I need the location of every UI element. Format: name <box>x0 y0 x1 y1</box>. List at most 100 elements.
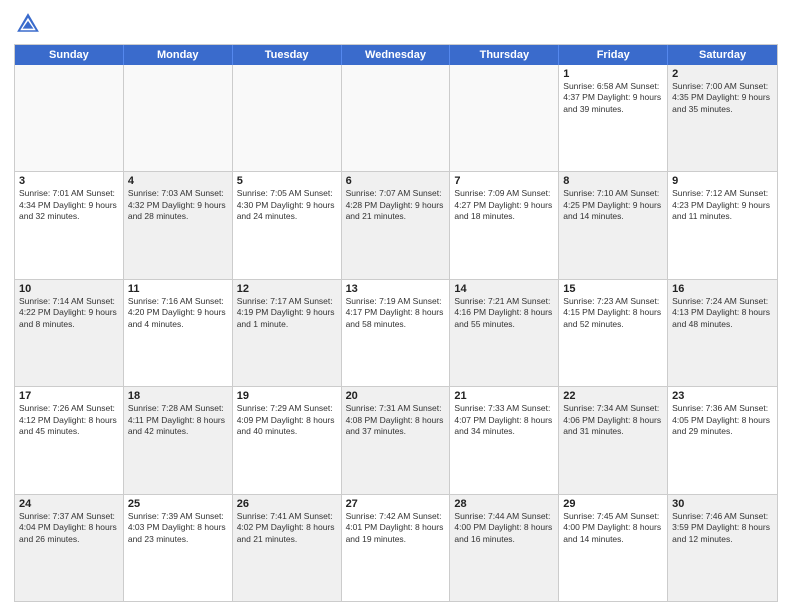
week-row-3: 17Sunrise: 7:26 AM Sunset: 4:12 PM Dayli… <box>15 387 777 494</box>
empty-cell <box>233 65 342 171</box>
day-number: 17 <box>19 390 119 402</box>
day-info: Sunrise: 7:17 AM Sunset: 4:19 PM Dayligh… <box>237 296 337 330</box>
day-number: 27 <box>346 498 446 510</box>
day-number: 13 <box>346 283 446 295</box>
day-info: Sunrise: 7:26 AM Sunset: 4:12 PM Dayligh… <box>19 403 119 437</box>
header-day-sunday: Sunday <box>15 45 124 65</box>
day-info: Sunrise: 7:31 AM Sunset: 4:08 PM Dayligh… <box>346 403 446 437</box>
day-cell-11: 11Sunrise: 7:16 AM Sunset: 4:20 PM Dayli… <box>124 280 233 386</box>
day-info: Sunrise: 7:07 AM Sunset: 4:28 PM Dayligh… <box>346 188 446 222</box>
day-cell-6: 6Sunrise: 7:07 AM Sunset: 4:28 PM Daylig… <box>342 172 451 278</box>
page: SundayMondayTuesdayWednesdayThursdayFrid… <box>0 0 792 612</box>
day-cell-16: 16Sunrise: 7:24 AM Sunset: 4:13 PM Dayli… <box>668 280 777 386</box>
day-cell-9: 9Sunrise: 7:12 AM Sunset: 4:23 PM Daylig… <box>668 172 777 278</box>
day-number: 29 <box>563 498 663 510</box>
day-cell-30: 30Sunrise: 7:46 AM Sunset: 3:59 PM Dayli… <box>668 495 777 601</box>
calendar-header: SundayMondayTuesdayWednesdayThursdayFrid… <box>15 45 777 65</box>
header-day-tuesday: Tuesday <box>233 45 342 65</box>
empty-cell <box>450 65 559 171</box>
day-info: Sunrise: 7:45 AM Sunset: 4:00 PM Dayligh… <box>563 511 663 545</box>
day-info: Sunrise: 7:37 AM Sunset: 4:04 PM Dayligh… <box>19 511 119 545</box>
day-cell-29: 29Sunrise: 7:45 AM Sunset: 4:00 PM Dayli… <box>559 495 668 601</box>
day-number: 9 <box>672 175 773 187</box>
day-cell-28: 28Sunrise: 7:44 AM Sunset: 4:00 PM Dayli… <box>450 495 559 601</box>
day-number: 22 <box>563 390 663 402</box>
day-number: 11 <box>128 283 228 295</box>
day-number: 21 <box>454 390 554 402</box>
day-number: 5 <box>237 175 337 187</box>
day-info: Sunrise: 7:03 AM Sunset: 4:32 PM Dayligh… <box>128 188 228 222</box>
day-info: Sunrise: 7:39 AM Sunset: 4:03 PM Dayligh… <box>128 511 228 545</box>
logo <box>14 10 46 38</box>
day-info: Sunrise: 7:01 AM Sunset: 4:34 PM Dayligh… <box>19 188 119 222</box>
week-row-4: 24Sunrise: 7:37 AM Sunset: 4:04 PM Dayli… <box>15 495 777 601</box>
day-info: Sunrise: 7:05 AM Sunset: 4:30 PM Dayligh… <box>237 188 337 222</box>
header <box>14 10 778 38</box>
day-cell-2: 2Sunrise: 7:00 AM Sunset: 4:35 PM Daylig… <box>668 65 777 171</box>
calendar: SundayMondayTuesdayWednesdayThursdayFrid… <box>14 44 778 602</box>
header-day-saturday: Saturday <box>668 45 777 65</box>
day-info: Sunrise: 7:41 AM Sunset: 4:02 PM Dayligh… <box>237 511 337 545</box>
logo-icon <box>14 10 42 38</box>
day-cell-17: 17Sunrise: 7:26 AM Sunset: 4:12 PM Dayli… <box>15 387 124 493</box>
day-number: 18 <box>128 390 228 402</box>
day-number: 19 <box>237 390 337 402</box>
empty-cell <box>15 65 124 171</box>
day-cell-12: 12Sunrise: 7:17 AM Sunset: 4:19 PM Dayli… <box>233 280 342 386</box>
day-info: Sunrise: 7:44 AM Sunset: 4:00 PM Dayligh… <box>454 511 554 545</box>
day-info: Sunrise: 7:14 AM Sunset: 4:22 PM Dayligh… <box>19 296 119 330</box>
day-cell-14: 14Sunrise: 7:21 AM Sunset: 4:16 PM Dayli… <box>450 280 559 386</box>
day-cell-20: 20Sunrise: 7:31 AM Sunset: 4:08 PM Dayli… <box>342 387 451 493</box>
day-info: Sunrise: 7:34 AM Sunset: 4:06 PM Dayligh… <box>563 403 663 437</box>
day-number: 24 <box>19 498 119 510</box>
day-cell-26: 26Sunrise: 7:41 AM Sunset: 4:02 PM Dayli… <box>233 495 342 601</box>
day-number: 15 <box>563 283 663 295</box>
day-info: Sunrise: 7:42 AM Sunset: 4:01 PM Dayligh… <box>346 511 446 545</box>
week-row-1: 3Sunrise: 7:01 AM Sunset: 4:34 PM Daylig… <box>15 172 777 279</box>
day-info: Sunrise: 7:00 AM Sunset: 4:35 PM Dayligh… <box>672 81 773 115</box>
day-cell-7: 7Sunrise: 7:09 AM Sunset: 4:27 PM Daylig… <box>450 172 559 278</box>
day-cell-13: 13Sunrise: 7:19 AM Sunset: 4:17 PM Dayli… <box>342 280 451 386</box>
day-info: Sunrise: 7:21 AM Sunset: 4:16 PM Dayligh… <box>454 296 554 330</box>
day-cell-5: 5Sunrise: 7:05 AM Sunset: 4:30 PM Daylig… <box>233 172 342 278</box>
header-day-thursday: Thursday <box>450 45 559 65</box>
week-row-0: 1Sunrise: 6:58 AM Sunset: 4:37 PM Daylig… <box>15 65 777 172</box>
day-info: Sunrise: 7:33 AM Sunset: 4:07 PM Dayligh… <box>454 403 554 437</box>
day-cell-24: 24Sunrise: 7:37 AM Sunset: 4:04 PM Dayli… <box>15 495 124 601</box>
header-day-wednesday: Wednesday <box>342 45 451 65</box>
day-info: Sunrise: 7:12 AM Sunset: 4:23 PM Dayligh… <box>672 188 773 222</box>
day-info: Sunrise: 6:58 AM Sunset: 4:37 PM Dayligh… <box>563 81 663 115</box>
day-number: 12 <box>237 283 337 295</box>
day-number: 2 <box>672 68 773 80</box>
day-info: Sunrise: 7:24 AM Sunset: 4:13 PM Dayligh… <box>672 296 773 330</box>
day-cell-19: 19Sunrise: 7:29 AM Sunset: 4:09 PM Dayli… <box>233 387 342 493</box>
day-number: 7 <box>454 175 554 187</box>
day-number: 4 <box>128 175 228 187</box>
day-number: 20 <box>346 390 446 402</box>
day-number: 23 <box>672 390 773 402</box>
day-cell-10: 10Sunrise: 7:14 AM Sunset: 4:22 PM Dayli… <box>15 280 124 386</box>
day-number: 6 <box>346 175 446 187</box>
day-number: 16 <box>672 283 773 295</box>
day-cell-18: 18Sunrise: 7:28 AM Sunset: 4:11 PM Dayli… <box>124 387 233 493</box>
day-number: 28 <box>454 498 554 510</box>
day-info: Sunrise: 7:16 AM Sunset: 4:20 PM Dayligh… <box>128 296 228 330</box>
day-cell-3: 3Sunrise: 7:01 AM Sunset: 4:34 PM Daylig… <box>15 172 124 278</box>
week-row-2: 10Sunrise: 7:14 AM Sunset: 4:22 PM Dayli… <box>15 280 777 387</box>
day-cell-21: 21Sunrise: 7:33 AM Sunset: 4:07 PM Dayli… <box>450 387 559 493</box>
day-cell-25: 25Sunrise: 7:39 AM Sunset: 4:03 PM Dayli… <box>124 495 233 601</box>
day-number: 10 <box>19 283 119 295</box>
day-info: Sunrise: 7:28 AM Sunset: 4:11 PM Dayligh… <box>128 403 228 437</box>
day-number: 8 <box>563 175 663 187</box>
day-cell-8: 8Sunrise: 7:10 AM Sunset: 4:25 PM Daylig… <box>559 172 668 278</box>
day-info: Sunrise: 7:46 AM Sunset: 3:59 PM Dayligh… <box>672 511 773 545</box>
day-number: 14 <box>454 283 554 295</box>
day-info: Sunrise: 7:10 AM Sunset: 4:25 PM Dayligh… <box>563 188 663 222</box>
empty-cell <box>124 65 233 171</box>
day-cell-1: 1Sunrise: 6:58 AM Sunset: 4:37 PM Daylig… <box>559 65 668 171</box>
header-day-friday: Friday <box>559 45 668 65</box>
day-number: 30 <box>672 498 773 510</box>
day-number: 25 <box>128 498 228 510</box>
day-info: Sunrise: 7:19 AM Sunset: 4:17 PM Dayligh… <box>346 296 446 330</box>
day-cell-23: 23Sunrise: 7:36 AM Sunset: 4:05 PM Dayli… <box>668 387 777 493</box>
